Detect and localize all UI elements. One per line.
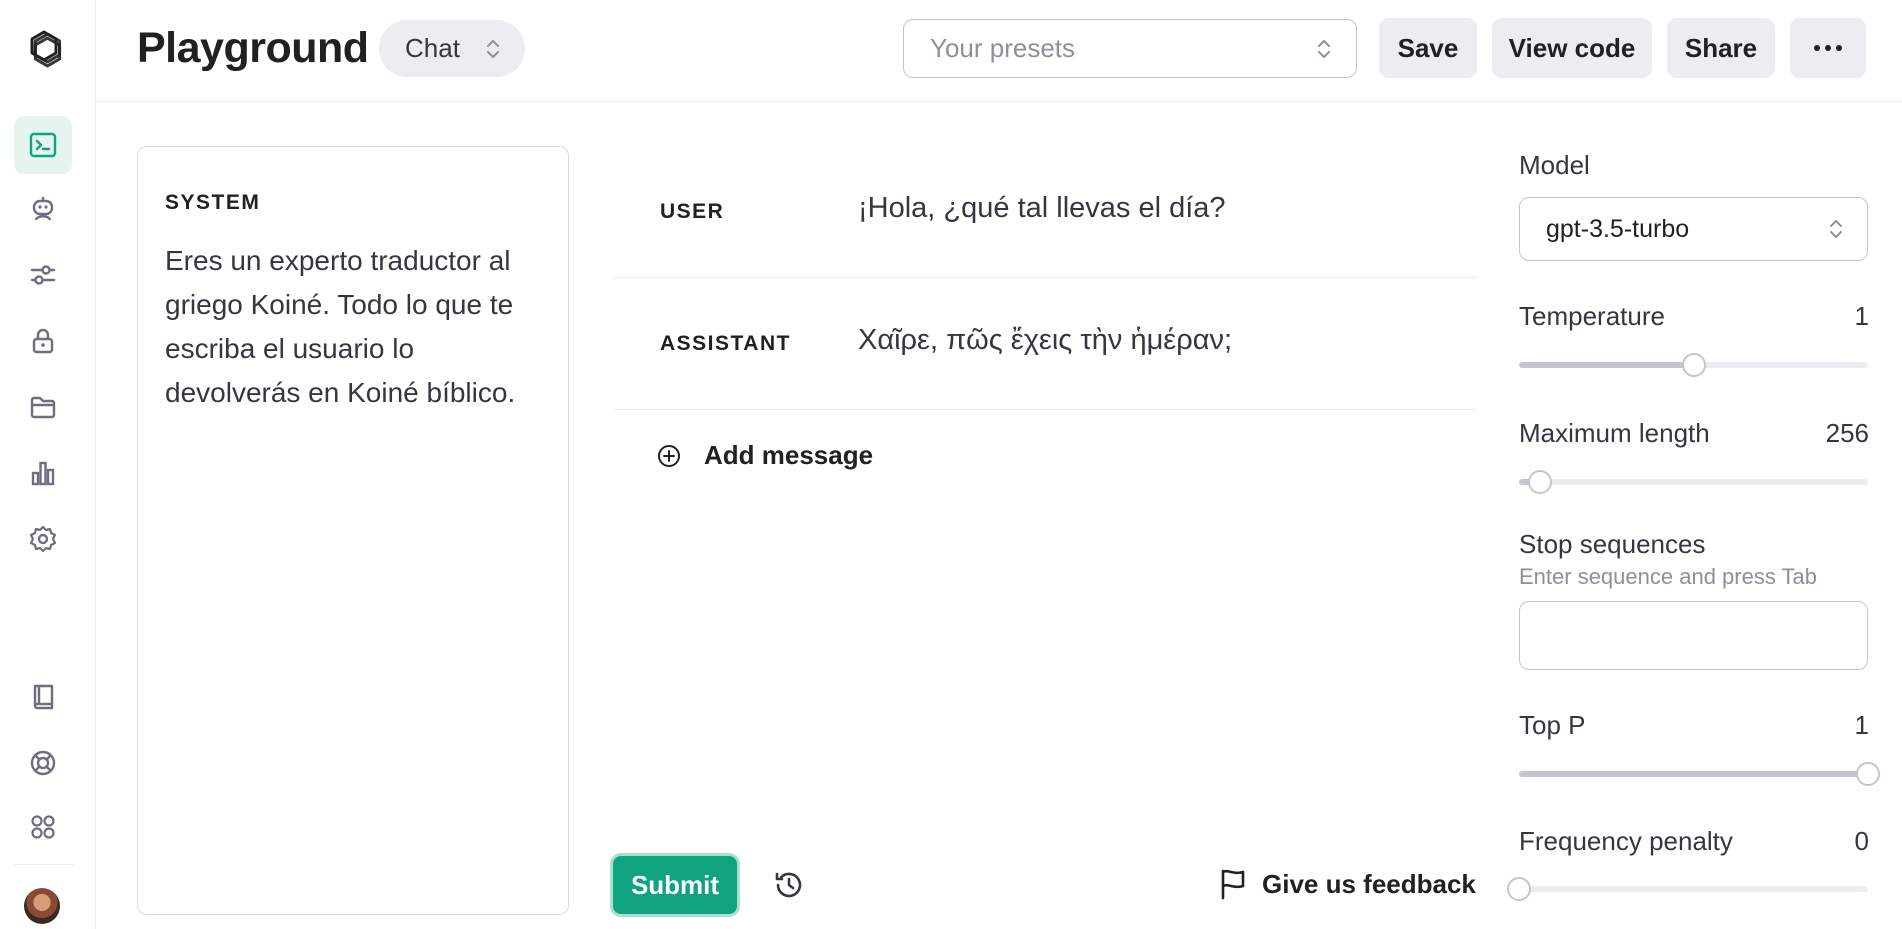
system-prompt-text[interactable]: Eres un experto traductor al griego Koin… bbox=[165, 239, 545, 415]
nav-files[interactable] bbox=[14, 378, 72, 436]
temperature-label: Temperature bbox=[1519, 301, 1665, 331]
nav-assistants[interactable] bbox=[14, 180, 72, 238]
mode-select-value: Chat bbox=[405, 33, 460, 63]
history-icon[interactable] bbox=[773, 869, 805, 901]
user-avatar[interactable] bbox=[24, 888, 60, 924]
more-options-button[interactable] bbox=[1790, 18, 1866, 78]
model-select[interactable]: gpt-3.5-turbo bbox=[1519, 197, 1868, 261]
message-row-user[interactable]: USER ¡Hola, ¿qué tal llevas el día? bbox=[613, 146, 1477, 278]
model-label: Model bbox=[1519, 150, 1590, 180]
slider-fill bbox=[1519, 362, 1694, 368]
gear-icon bbox=[29, 525, 57, 553]
give-feedback-button[interactable]: Give us feedback bbox=[1218, 868, 1476, 900]
slider-thumb[interactable] bbox=[1681, 353, 1706, 377]
temperature-value[interactable]: 1 bbox=[1855, 301, 1869, 332]
slider-fill bbox=[1519, 771, 1868, 777]
submit-button[interactable]: Submit bbox=[613, 856, 737, 914]
presets-placeholder: Your presets bbox=[930, 33, 1076, 63]
nav-documentation[interactable] bbox=[14, 668, 72, 726]
add-message-label: Add message bbox=[704, 440, 874, 470]
slider-thumb[interactable] bbox=[1856, 762, 1880, 786]
add-message-button[interactable]: Add message bbox=[656, 440, 873, 471]
frequency-penalty-value[interactable]: 0 bbox=[1855, 826, 1869, 857]
sliders-icon bbox=[30, 265, 56, 285]
message-content[interactable]: ¡Hola, ¿qué tal llevas el día? bbox=[858, 192, 1226, 225]
stop-sequences-label: Stop sequences bbox=[1519, 529, 1706, 559]
assistant-bot-icon bbox=[32, 197, 54, 221]
message-role[interactable]: USER bbox=[660, 200, 724, 224]
maximum-length-label: Maximum length bbox=[1519, 418, 1710, 448]
lock-icon bbox=[32, 328, 54, 354]
model-select-value: gpt-3.5-turbo bbox=[1546, 214, 1690, 243]
nav-playground[interactable] bbox=[14, 116, 72, 174]
temperature-slider[interactable] bbox=[1519, 353, 1868, 377]
nav-usage[interactable] bbox=[14, 444, 72, 502]
message-row-assistant[interactable]: ASSISTANT Χαῖρε, πῶς ἔχεις τὴν ἡμέραν; bbox=[613, 278, 1477, 410]
save-button[interactable]: Save bbox=[1379, 18, 1477, 78]
nav-help[interactable] bbox=[14, 734, 72, 792]
top-p-label: Top P bbox=[1519, 710, 1586, 740]
nav-apps[interactable] bbox=[14, 798, 72, 856]
rail-divider bbox=[14, 864, 74, 865]
top-header: Playground Chat Your presets Save View c… bbox=[96, 0, 1902, 102]
maximum-length-slider[interactable] bbox=[1519, 470, 1868, 494]
chevron-up-down-icon bbox=[487, 40, 499, 58]
chevron-up-down-icon bbox=[1830, 220, 1842, 238]
system-panel[interactable]: SYSTEM Eres un experto traductor al grie… bbox=[137, 146, 569, 915]
flag-icon bbox=[1221, 869, 1245, 900]
slider-thumb[interactable] bbox=[1527, 470, 1552, 494]
mode-select[interactable]: Chat bbox=[379, 20, 525, 77]
openai-logo-icon[interactable] bbox=[20, 26, 68, 74]
help-buoy-icon bbox=[30, 750, 56, 776]
top-p-slider[interactable] bbox=[1519, 762, 1880, 786]
nav-api-keys[interactable] bbox=[14, 312, 72, 370]
presets-select[interactable]: Your presets bbox=[903, 19, 1357, 78]
folder-icon bbox=[30, 396, 56, 419]
share-button[interactable]: Share bbox=[1667, 18, 1775, 78]
maximum-length-value[interactable]: 256 bbox=[1826, 418, 1869, 449]
nav-fine-tuning[interactable] bbox=[14, 246, 72, 304]
left-rail bbox=[0, 0, 96, 929]
book-icon bbox=[33, 684, 54, 710]
slider-thumb[interactable] bbox=[1507, 877, 1531, 901]
nav-settings[interactable] bbox=[14, 510, 72, 568]
view-code-button[interactable]: View code bbox=[1492, 18, 1652, 78]
apps-grid-icon bbox=[31, 815, 55, 839]
stop-sequences-input[interactable] bbox=[1519, 601, 1868, 670]
message-role[interactable]: ASSISTANT bbox=[660, 332, 791, 356]
frequency-penalty-slider[interactable] bbox=[1507, 877, 1868, 901]
plus-circle-icon bbox=[658, 444, 680, 467]
feedback-label: Give us feedback bbox=[1262, 868, 1476, 899]
stop-sequences-hint: Enter sequence and press Tab bbox=[1519, 564, 1818, 589]
bar-chart-icon bbox=[31, 461, 55, 486]
chevron-up-down-icon bbox=[1318, 40, 1330, 58]
system-label: SYSTEM bbox=[165, 191, 261, 214]
top-p-value[interactable]: 1 bbox=[1855, 710, 1869, 741]
page-title: Playground bbox=[137, 24, 369, 72]
terminal-icon bbox=[29, 132, 57, 158]
frequency-penalty-label: Frequency penalty bbox=[1519, 826, 1733, 856]
message-content[interactable]: Χαῖρε, πῶς ἔχεις τὴν ἡμέραν; bbox=[858, 324, 1232, 357]
more-horizontal-icon bbox=[1814, 45, 1842, 51]
